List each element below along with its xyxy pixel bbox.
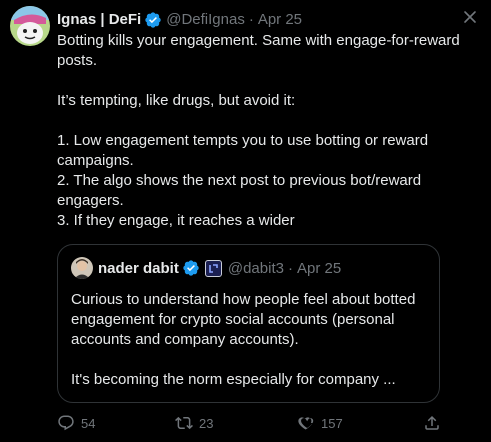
- quoted-tweet-header: nader dabit @dabit3 · Apr 25: [71, 257, 341, 279]
- author-handle[interactable]: @DefiIgnas: [166, 10, 245, 30]
- quoted-author-name: nader dabit: [98, 259, 179, 277]
- header-separator: ·: [248, 11, 254, 28]
- author-avatar[interactable]: [10, 6, 50, 46]
- like-count: 157: [321, 415, 343, 431]
- like-icon: [298, 417, 314, 430]
- repost-icon: [175, 416, 193, 430]
- quoted-tweet-text: Curious to understand how people feel ab…: [71, 291, 416, 388]
- share-button[interactable]: [423, 412, 441, 434]
- verified-badge-icon: [183, 260, 199, 276]
- author-name[interactable]: Ignas | DeFi: [57, 10, 141, 30]
- verified-badge-icon: [145, 12, 161, 28]
- reply-count: 54: [81, 415, 96, 431]
- like-button[interactable]: 157: [297, 412, 343, 434]
- tweet-text: Botting kills your engagement. Same with…: [57, 32, 460, 229]
- quoted-author-handle: @dabit3: [227, 259, 284, 277]
- reply-button[interactable]: 54: [57, 412, 95, 434]
- share-icon: [425, 415, 439, 430]
- repost-button[interactable]: 23: [175, 412, 213, 434]
- affiliate-badge-icon: [204, 259, 222, 277]
- tweet-header: Ignas | DeFi @DefiIgnas · Apr 25: [57, 10, 302, 30]
- repost-count: 23: [199, 415, 214, 431]
- close-icon[interactable]: [461, 8, 479, 26]
- action-bar: 54 23 157: [57, 412, 441, 434]
- tweet-date[interactable]: Apr 25: [258, 10, 302, 30]
- quoted-header-separator: ·: [287, 259, 293, 277]
- quoted-author-avatar: [71, 257, 93, 279]
- quoted-tweet[interactable]: nader dabit @dabit3 · Apr 25 Curious to …: [57, 244, 440, 403]
- reply-icon: [58, 415, 74, 431]
- quoted-tweet-date: Apr 25: [296, 259, 342, 277]
